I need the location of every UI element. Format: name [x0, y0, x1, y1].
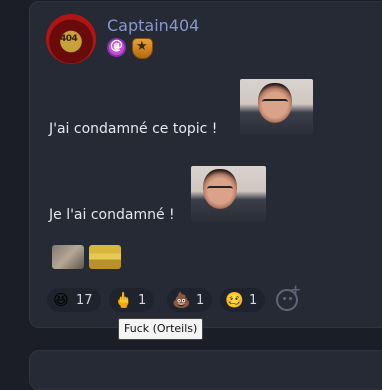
add-reaction-icon[interactable]: [276, 283, 301, 311]
sticker-glasses: [262, 99, 288, 107]
reaction-count: 17: [76, 292, 93, 308]
user-avatar[interactable]: 404: [46, 14, 96, 64]
reaction-count: 1: [249, 292, 258, 308]
sticker-glasses: [207, 186, 233, 194]
attachment-thumbnail[interactable]: [89, 245, 121, 269]
reaction-tooltip: Fuck (Orteils): [118, 318, 204, 340]
spiral-badge-icon[interactable]: [107, 38, 126, 57]
message-sticker-2[interactable]: [191, 166, 266, 222]
attachment-thumbnail[interactable]: [52, 245, 84, 269]
message-sticker-1[interactable]: [240, 79, 313, 135]
shield-star-badge-icon[interactable]: [132, 38, 153, 59]
laughing-face-icon: 😆: [53, 291, 69, 309]
next-post-card: [29, 350, 382, 390]
reaction-count: 1: [138, 292, 147, 308]
message-line-1: J'ai condamné ce topic !: [49, 121, 218, 137]
reaction-laugh[interactable]: 😆 17: [47, 288, 101, 312]
reaction-count: 1: [196, 292, 205, 308]
smiley-face-icon: 🥴: [225, 291, 244, 309]
reaction-smiley[interactable]: 🥴 1: [220, 288, 266, 312]
avatar-label: 404: [60, 34, 78, 44]
poop-icon: 💩: [172, 291, 191, 309]
reaction-poop[interactable]: 💩 1: [167, 288, 213, 312]
middle-finger-icon: 🖕: [114, 291, 133, 309]
message-line-2: Je l'ai condamné !: [49, 207, 175, 223]
reaction-middle-finger[interactable]: 🖕 1: [109, 288, 155, 312]
username-link[interactable]: Captain404: [107, 16, 199, 35]
